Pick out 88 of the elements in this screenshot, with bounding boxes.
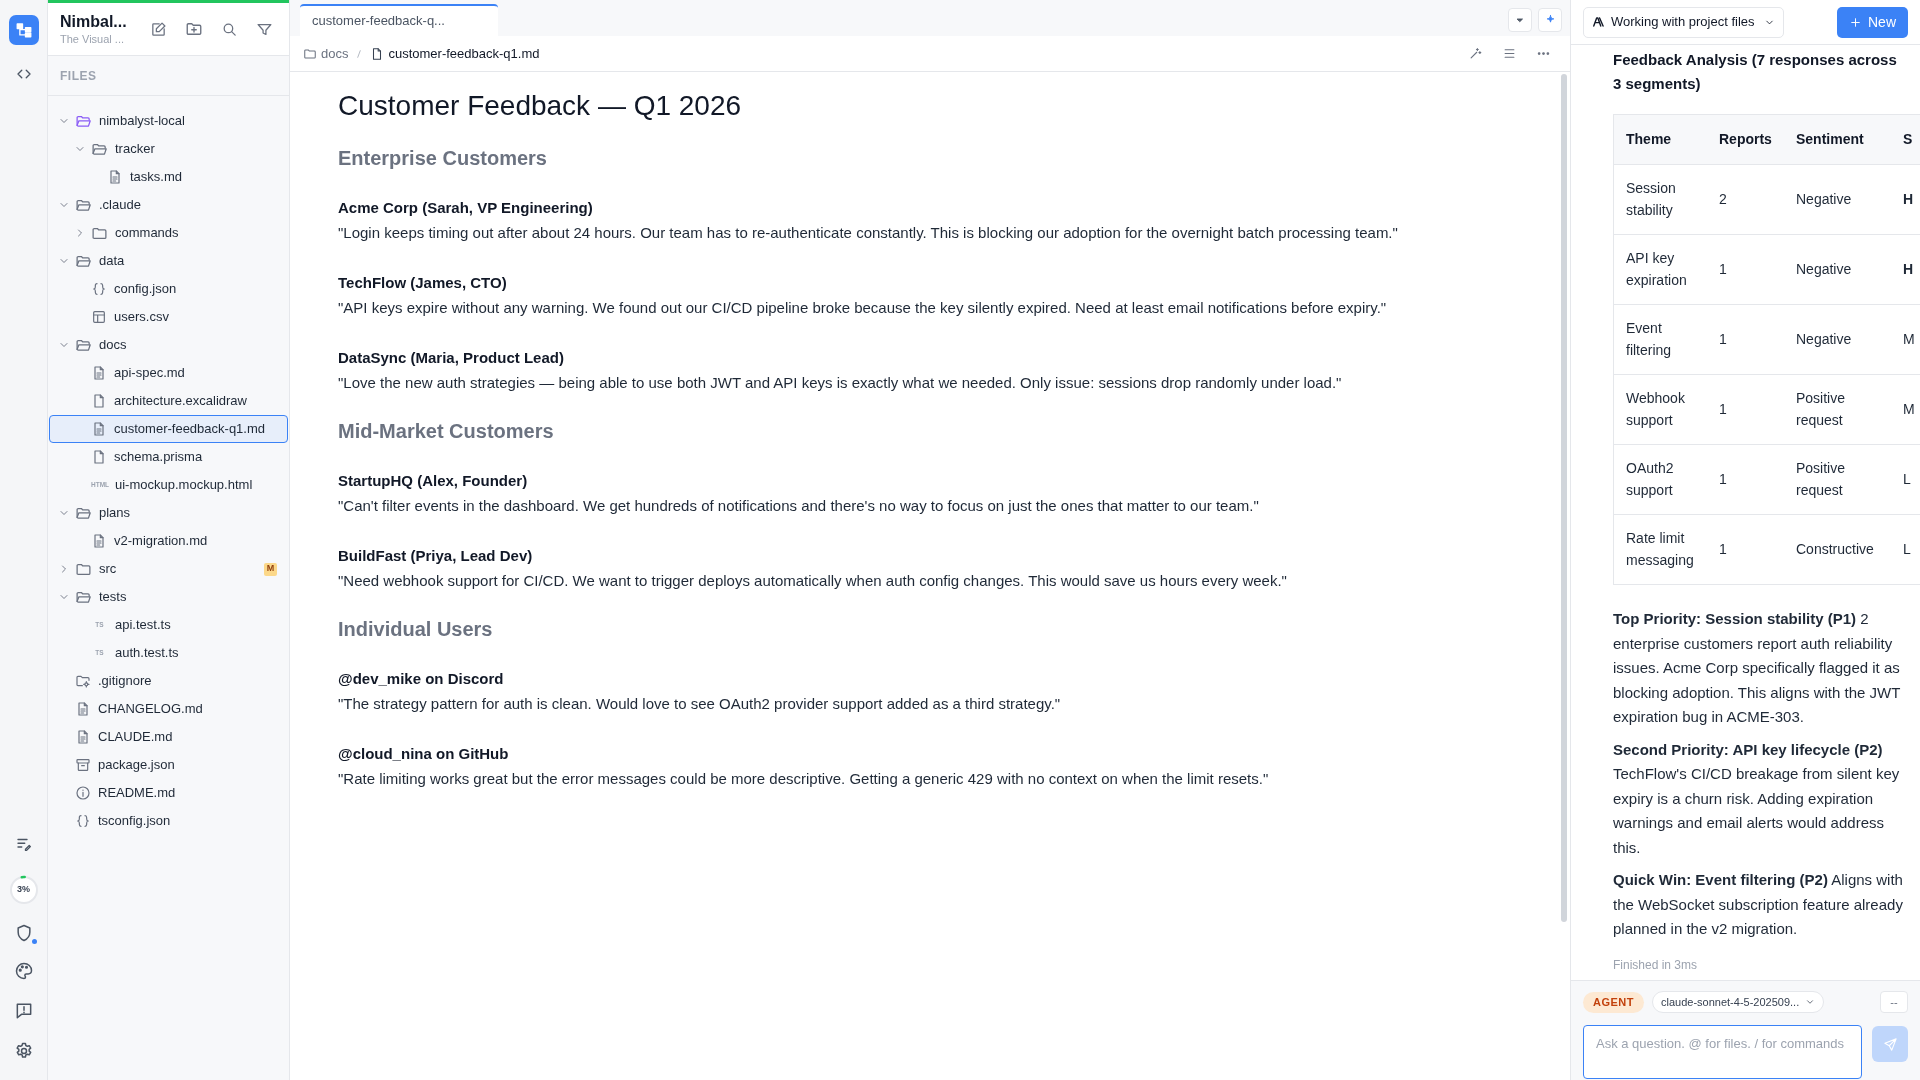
- section-heading: Individual Users: [338, 617, 494, 642]
- document-title: Customer Feedback — Q1 2026: [338, 89, 743, 123]
- file-tree-item[interactable]: commands: [49, 219, 288, 247]
- table-cell: Event filtering: [1614, 304, 1707, 374]
- table-cell: Session stability: [1614, 164, 1707, 234]
- column-header: Sentiment: [1784, 115, 1891, 164]
- file-tree-item[interactable]: .gitignore: [49, 667, 288, 695]
- table-cell: Negative: [1784, 234, 1891, 304]
- file-tree-item[interactable]: tests: [49, 583, 288, 611]
- table-cell: 1: [1707, 304, 1784, 374]
- file-tree-item[interactable]: docs: [49, 331, 288, 359]
- file-tree-item[interactable]: api-spec.md: [49, 359, 288, 387]
- file-tree-item[interactable]: users.csv: [49, 303, 288, 331]
- git-status-badge: M: [264, 562, 277, 576]
- feedback-quote: "API keys expire without any warning. We found out our CI/CD pipeline broke because the key silently expired. Need at least email notifications before expiry.": [338, 298, 1388, 318]
- chat-input[interactable]: Ask a question. @ for files. / for commands: [1583, 1025, 1863, 1079]
- file-tree-item[interactable]: architecture.excalidraw: [49, 387, 288, 415]
- file-tree-item[interactable]: data: [49, 247, 288, 275]
- breadcrumb-link[interactable]: docs: [321, 43, 349, 64]
- file-tree-item[interactable]: tracker: [49, 135, 288, 163]
- feedback-author: StartupHQ (Alex, Founder): [338, 471, 529, 491]
- column-header: S: [1891, 115, 1920, 164]
- table-cell: Rate limit messaging: [1614, 514, 1707, 584]
- section-heading: Mid-Market Customers: [338, 419, 555, 444]
- mode-badge: AGENT: [1583, 991, 1644, 1013]
- feedback-quote: "Login keeps timing out after about 24 hours. Our team has to re-authenticate constantly. This is blocking our adoption for the overnight batch processing team.": [338, 223, 1399, 243]
- table-cell: 1: [1707, 234, 1784, 304]
- table-cell: Positive request: [1784, 374, 1891, 444]
- table-cell: OAuth2 support: [1614, 444, 1707, 514]
- status-text: Finished in 3ms: [1613, 956, 1699, 974]
- table-cell: L: [1891, 514, 1920, 584]
- section-heading: Enterprise Customers: [338, 146, 548, 171]
- analysis-paragraph: Quick Win: Event filtering (P2) Aligns with the WebSocket subscription feature already planned in the v2 migration.: [1613, 870, 1904, 939]
- table-cell: Constructive: [1784, 514, 1891, 584]
- file-tree-item[interactable]: CLAUDE.md: [49, 723, 288, 751]
- file-tree-item[interactable]: schema.prisma: [49, 443, 288, 471]
- file-tree-item[interactable]: customer-feedback-q1.md: [49, 415, 288, 443]
- table-cell: Webhook support: [1614, 374, 1707, 444]
- file-tree-item[interactable]: CHANGELOG.md: [49, 695, 288, 723]
- feedback-quote: "The strategy pattern for auth is clean. Would love to see OAuth2 provider support added as a third strategy.": [338, 694, 1062, 714]
- table-cell: 2: [1707, 164, 1784, 234]
- file-tree-item[interactable]: src M: [49, 555, 288, 583]
- file-tree-item[interactable]: package.json: [49, 751, 288, 779]
- section-label: FILES: [48, 56, 289, 96]
- table-cell: Negative: [1784, 164, 1891, 234]
- feedback-author: @cloud_nina on GitHub: [338, 744, 510, 764]
- file-tree-item[interactable]: config.json: [49, 275, 288, 303]
- table-cell: H: [1891, 234, 1920, 304]
- workspace-title: Nimbal...: [60, 12, 128, 32]
- feedback-quote: "Can't filter events in the dashboard. We get hundreds of notifications and there's no way to focus on just the ones that matter to our team.": [338, 496, 1260, 516]
- breadcrumb-current: customer-feedback-q1.md: [388, 44, 540, 63]
- table-cell: Positive request: [1784, 444, 1891, 514]
- feedback-author: BuildFast (Priya, Lead Dev): [338, 546, 534, 566]
- column-header: Reports: [1707, 115, 1784, 164]
- table-cell: 1: [1707, 514, 1784, 584]
- model-selector[interactable]: claude-sonnet-4-5-202509...: [1652, 991, 1825, 1013]
- table-cell: 1: [1707, 374, 1784, 444]
- feedback-author: DataSync (Maria, Product Lead): [338, 348, 565, 368]
- workspace-subtitle: The Visual ...: [60, 32, 125, 46]
- file-tree-item[interactable]: README.md: [49, 779, 288, 807]
- usage-meter[interactable]: 3%: [8, 875, 39, 905]
- table-cell: M: [1891, 304, 1920, 374]
- feedback-author: Acme Corp (Sarah, VP Engineering): [338, 198, 594, 218]
- options-button[interactable]: --: [1880, 991, 1908, 1013]
- editor-tab[interactable]: customer-feedback-q...: [300, 4, 498, 36]
- table-cell: API key expiration: [1614, 234, 1707, 304]
- file-tree-item[interactable]: tsconfig.json: [49, 807, 288, 835]
- analysis-heading: Feedback Analysis (7 responses across 3 segments): [1613, 50, 1898, 94]
- table-cell: M: [1891, 374, 1920, 444]
- table-cell: L: [1891, 444, 1920, 514]
- feedback-author: TechFlow (James, CTO): [338, 273, 508, 293]
- feedback-quote: "Rate limiting works great but the error messages could be more descriptive. Getting a generic 429 with no context on when the limit resets.": [338, 769, 1270, 789]
- feedback-author: @dev_mike on Discord: [338, 669, 505, 689]
- file-tree-item[interactable]: plans: [49, 499, 288, 527]
- analysis-paragraph: Second Priority: API key lifecycle (P2) TechFlow's CI/CD breakage from silent key expiry is a churn risk. Adding expiration warnings and email alerts would address this.: [1613, 739, 1901, 858]
- feedback-quote: "Need webhook support for CI/CD. We want to trigger deploys automatically when auth config changes. This would save us hours every week.": [338, 571, 1288, 591]
- analysis-paragraph: Top Priority: Session stability (P1) 2 enterprise customers report auth reliability issues. Acme Corp specifically flagged it as blocking adoption. This aligns with the JWT expiration bug in ACME-303.: [1613, 609, 1902, 727]
- file-tree-item[interactable]: tasks.md: [49, 163, 288, 191]
- table-cell: H: [1891, 164, 1920, 234]
- file-tree-item[interactable]: .claude: [49, 191, 288, 219]
- file-tree-item[interactable]: nimbalyst-local: [49, 107, 288, 135]
- table-cell: 1: [1707, 444, 1784, 514]
- file-tree-item[interactable]: v2-migration.md: [49, 527, 288, 555]
- table-cell: Negative: [1784, 304, 1891, 374]
- feedback-quote: "Love the new auth strategies — being able to use both JWT and API keys is exactly what we needed. Only issue: sessions drop randomly under load.": [338, 373, 1343, 393]
- column-header: Theme: [1614, 115, 1707, 164]
- new-button[interactable]: New: [1837, 6, 1908, 38]
- mode-selector[interactable]: Working with project files: [1583, 6, 1784, 38]
